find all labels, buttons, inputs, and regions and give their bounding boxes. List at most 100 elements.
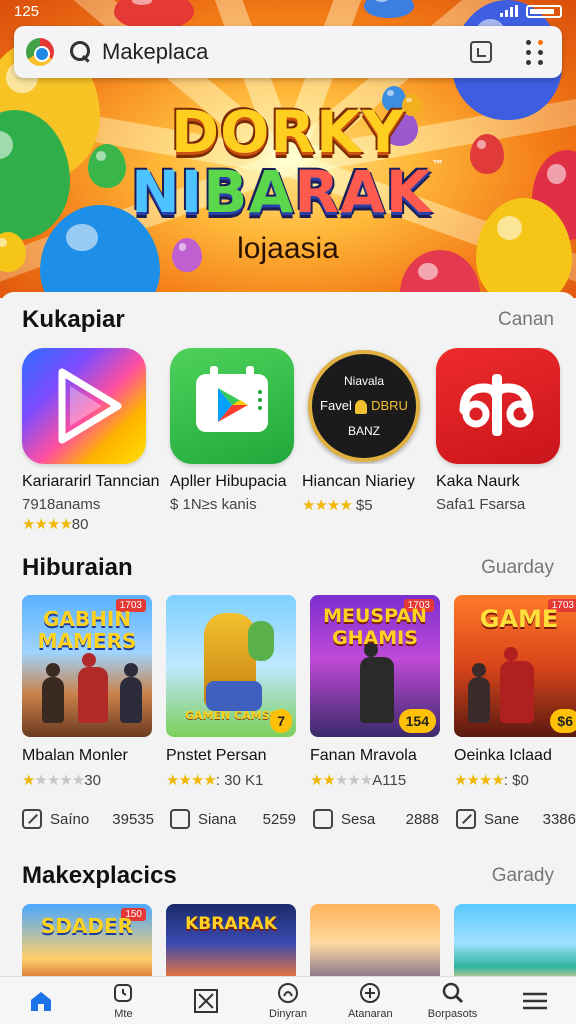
nav-item[interactable]: Dinyran: [247, 977, 329, 1024]
app-name: Hiancan Niariey: [302, 473, 415, 490]
add-circle-icon: [360, 982, 381, 1003]
clock-icon: [114, 983, 133, 1002]
status-icons: [500, 4, 562, 18]
home-icon: [31, 991, 52, 1011]
game-name: Fanan Mravola: [310, 747, 417, 764]
star-rating-icon: ★★★★★: [22, 772, 85, 789]
app-card[interactable]: Kariararirl Tanncian 7918anams ★★★★80: [22, 348, 160, 533]
search-icon[interactable]: [70, 41, 92, 63]
edit-icon[interactable]: [22, 809, 42, 829]
close-box-icon: [193, 988, 218, 1013]
checkbox-icon[interactable]: [313, 809, 333, 829]
character-figure: [78, 653, 108, 723]
star-rating-icon: ★★★★: [302, 497, 353, 514]
game-size: 2888: [405, 810, 439, 828]
rating-value: : $0: [503, 772, 529, 789]
search-bar[interactable]: Makeplaca: [14, 26, 562, 78]
game-cover-image: 1703 GAME $6: [454, 595, 576, 737]
app-meta: 7918anams: [22, 496, 101, 513]
section-title: Makexplacics: [22, 862, 177, 889]
nav-item[interactable]: [494, 977, 576, 1024]
search-icon: [442, 982, 463, 1003]
hero-title-part: RAK: [294, 158, 432, 226]
scale-logo-icon: [459, 374, 534, 436]
game-action-row[interactable]: Siana 5259: [170, 809, 296, 829]
app-card[interactable]: Apller Hibupacia $ 1N≥s kanis: [170, 348, 298, 513]
nav-home[interactable]: [0, 977, 82, 1024]
hero-title-line2: NIBARAK™: [0, 158, 576, 226]
game-thumbnail[interactable]: [310, 904, 440, 982]
game-name: Pnstet Persan: [166, 747, 267, 764]
app-store-screen: 125 Makeplaca DORKY NIBARAK™ lojaasia Ku…: [0, 0, 576, 1024]
game-action-label: Sane: [484, 810, 520, 828]
trademark-mark: ™: [431, 158, 445, 172]
tab-switcher-icon[interactable]: [470, 41, 492, 63]
game-action-row[interactable]: Saíno 39535: [22, 809, 154, 829]
battery-icon: [526, 4, 562, 18]
character-figure: [500, 647, 534, 723]
search-input[interactable]: Makeplaca: [102, 39, 470, 65]
game-rating: ★★★★: 30 K1: [166, 771, 298, 789]
hero-character: [248, 621, 274, 661]
emblem-text: Niavala: [343, 374, 385, 388]
app-icon: [22, 348, 146, 464]
rating-value: A115: [372, 772, 407, 789]
more-menu-icon[interactable]: [526, 39, 544, 65]
app-meta: $ 1N≥s kanis: [170, 496, 257, 513]
bottom-navigation: Mte Dinyran Atanaran Borpasots: [0, 976, 576, 1024]
emblem-badge: Niavala Favel DBRU BANZ: [308, 350, 420, 462]
app-card[interactable]: Niavala Favel DBRU BANZ Hiancan Niariey …: [302, 348, 430, 514]
checkbox-icon[interactable]: [170, 809, 190, 829]
game-cover-image: 1703 GABHIN MAMERS: [22, 595, 152, 737]
game-card[interactable]: 1703 GABHIN MAMERS Mbalan Monler ★★★★★30: [22, 595, 154, 789]
emblem-text: BANZ: [347, 424, 380, 438]
hero-title-line1: DORKY: [170, 98, 406, 166]
game-cover-image: 1703 MEUSPAN GHAMIS 154: [310, 595, 440, 737]
game-rating: ★★★★★A115: [310, 771, 442, 789]
edit-icon[interactable]: [456, 809, 476, 829]
game-action-row[interactable]: Sane 3386: [456, 809, 576, 829]
section-see-more-link[interactable]: Guarday: [481, 557, 554, 579]
section-see-more-link[interactable]: Canan: [498, 309, 554, 331]
game-action-label: Siana: [198, 810, 237, 828]
game-cover-title: GABHIN: [42, 607, 132, 631]
star-rating-icon: ★★★★★: [310, 772, 373, 789]
game-cover-title: MEUSPAN: [323, 605, 427, 627]
game-thumbnail[interactable]: [454, 904, 576, 982]
game-cover-title: SDADER: [40, 914, 134, 938]
game-cover-title: GAME: [479, 605, 559, 633]
app-name: Apller Hibupacia: [170, 473, 287, 490]
game-action-label: Sesa: [341, 810, 376, 828]
rating-value: $5: [355, 497, 373, 514]
game-card[interactable]: 1703 MEUSPAN GHAMIS 154 Fanan Mravola ★★…: [310, 595, 442, 789]
hero-subtitle: lojaasia: [237, 232, 339, 265]
nav-label: Atanaran: [347, 1007, 393, 1020]
menu-icon: [522, 992, 547, 1009]
hero-title-part: BA: [203, 158, 295, 226]
nav-item[interactable]: Mte: [82, 977, 164, 1024]
keyhole-icon: [355, 399, 368, 414]
hero-title-part: NI: [131, 158, 204, 226]
app-icon: Niavala Favel DBRU BANZ: [302, 348, 426, 464]
hero-character: [206, 681, 262, 711]
section-title: Hiburaian: [22, 554, 133, 581]
game-card[interactable]: GAMEN CAMSS 7 Pnstet Persan ★★★★: 30 K1: [166, 595, 298, 789]
price-tag: 7: [270, 709, 292, 733]
section-see-more-link[interactable]: Garady: [492, 865, 554, 887]
nav-item[interactable]: Borpasots: [411, 977, 493, 1024]
price-tag: $6: [550, 709, 576, 733]
game-rating: ★★★★: $0: [454, 771, 576, 789]
game-card[interactable]: 1703 GAME $6 Oeinka Iclaad ★★★★: $0: [454, 595, 576, 789]
hero-banner[interactable]: 125 Makeplaca DORKY NIBARAK™ lojaasia: [0, 0, 576, 298]
game-thumbnail[interactable]: KBRARAK: [166, 904, 296, 982]
app-card[interactable]: Kaka Naurk Safa1 Fsarsa: [436, 348, 564, 513]
game-rating: ★★★★★30: [22, 771, 154, 789]
star-rating-icon: ★★★★: [454, 772, 505, 789]
nav-item[interactable]: Atanaran: [329, 977, 411, 1024]
price-tag: 154: [398, 709, 436, 733]
nav-item[interactable]: [165, 977, 247, 1024]
browser-logo-icon: [26, 38, 54, 66]
nav-label: Borpasots: [427, 1007, 478, 1020]
game-action-row[interactable]: Sesa 2888: [313, 809, 439, 829]
game-thumbnail[interactable]: 150 SDADER: [22, 904, 152, 982]
